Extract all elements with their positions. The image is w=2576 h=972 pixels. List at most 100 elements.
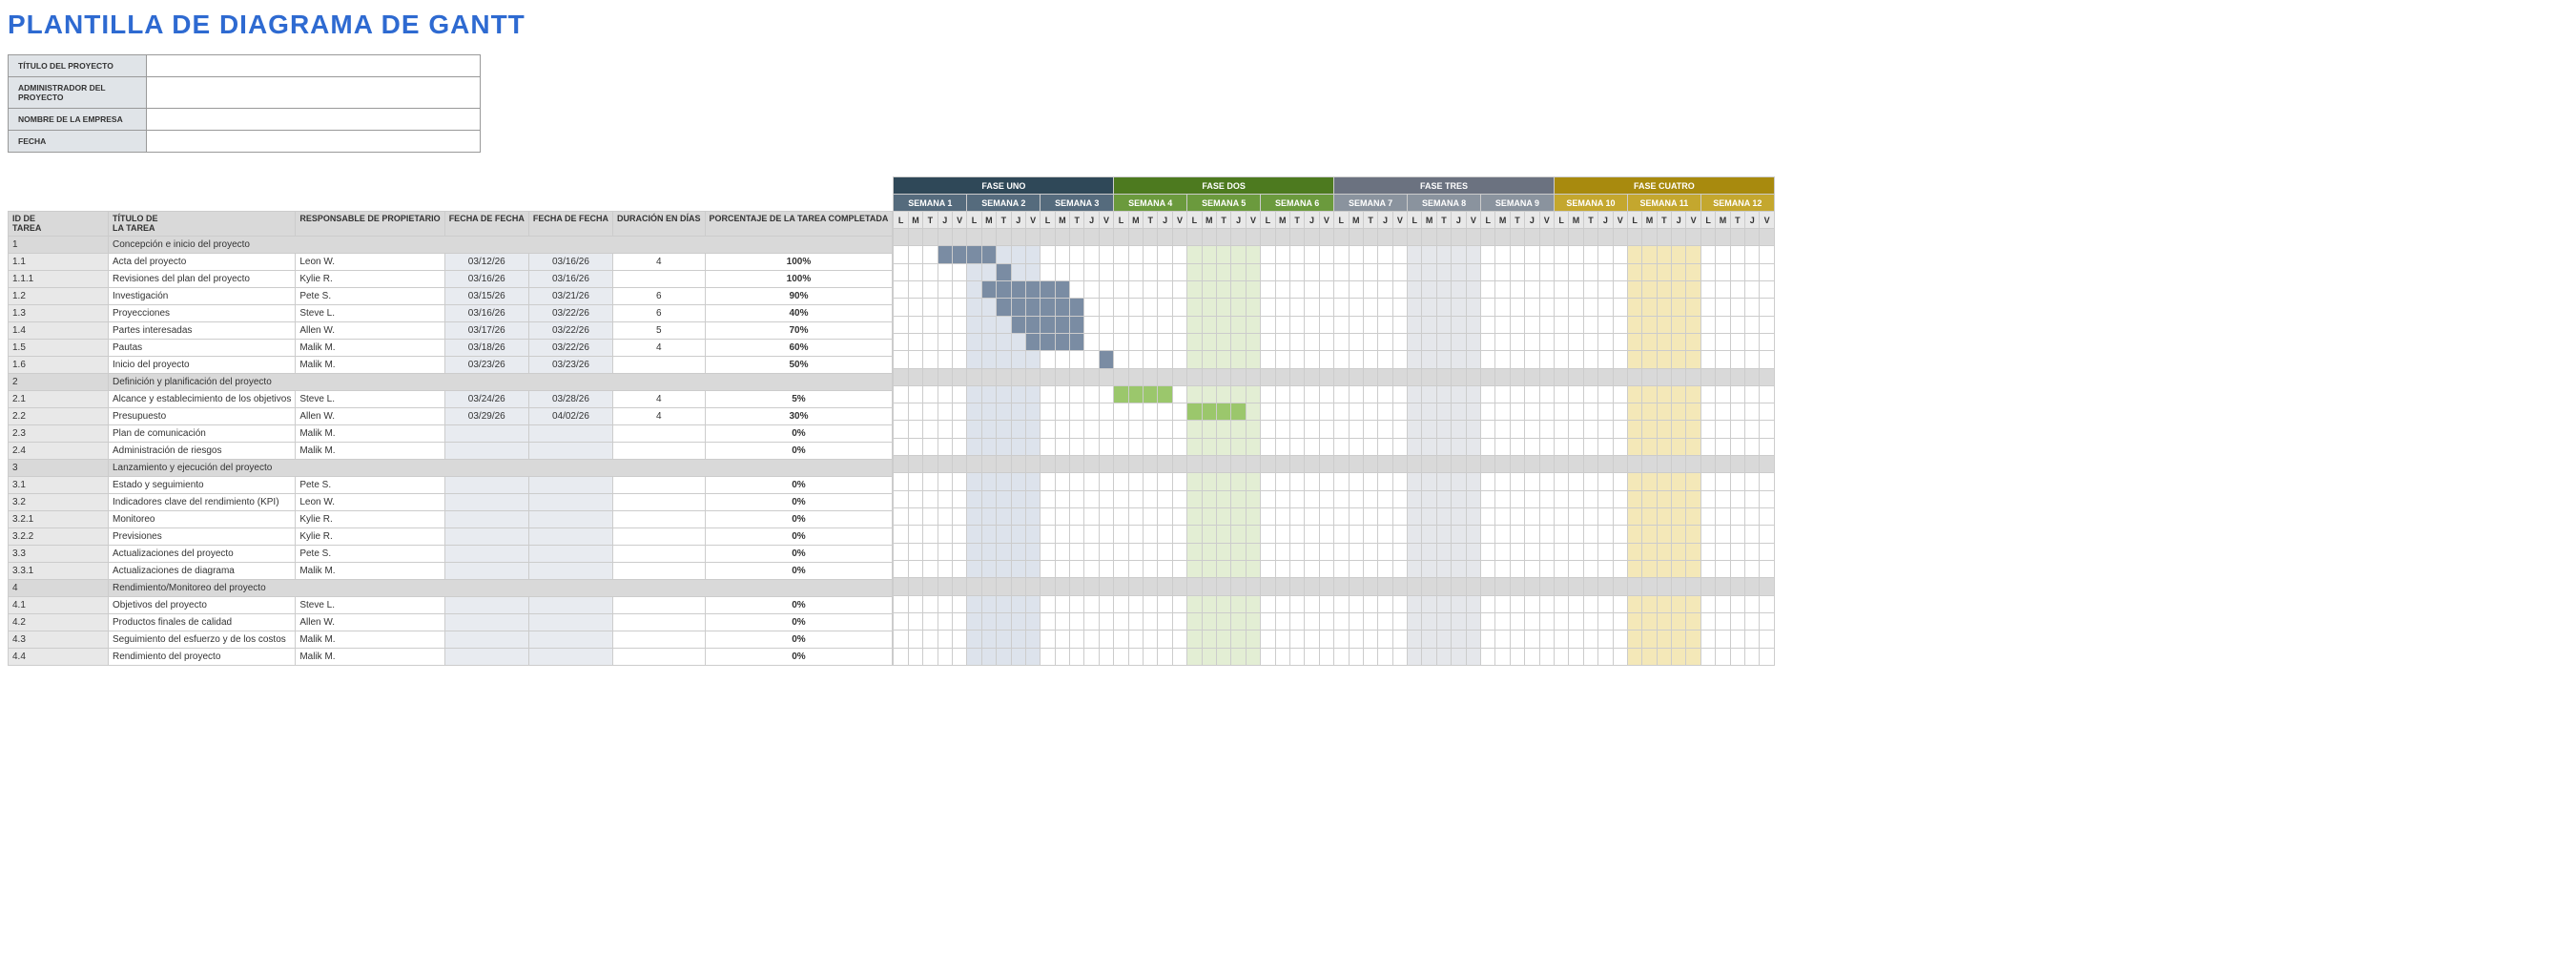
day-header: V [1686, 212, 1700, 229]
header-value[interactable] [147, 55, 481, 77]
gantt-row [894, 560, 1774, 577]
page-title: PLANTILLA DE DIAGRAMA DE GANTT [0, 0, 2576, 54]
day-header: V [952, 212, 966, 229]
week-header: SEMANA 11 [1627, 195, 1700, 212]
day-header: J [1158, 212, 1172, 229]
task-row[interactable]: 4.2Productos finales de calidadAllen W.0… [9, 614, 893, 631]
day-header: V [1760, 212, 1774, 229]
day-header: M [981, 212, 996, 229]
day-header: L [1261, 212, 1275, 229]
task-row[interactable]: 2Definición y planificación del proyecto [9, 374, 893, 391]
week-header: SEMANA 3 [1041, 195, 1114, 212]
task-row[interactable]: 2.2PresupuestoAllen W.03/29/2604/02/2643… [9, 408, 893, 425]
day-header: J [1672, 212, 1686, 229]
task-row[interactable]: 3.2.1MonitoreoKylie R.0% [9, 511, 893, 528]
col-end: FECHA DE FECHA [528, 211, 612, 237]
week-header: SEMANA 5 [1187, 195, 1261, 212]
day-header: T [1289, 212, 1304, 229]
gantt-row [894, 543, 1774, 560]
header-value[interactable] [147, 131, 481, 153]
day-header: T [1216, 212, 1230, 229]
task-row[interactable]: 3Lanzamiento y ejecución del proyecto [9, 460, 893, 477]
day-header: V [1466, 212, 1480, 229]
day-header: T [1657, 212, 1671, 229]
day-header: J [1525, 212, 1539, 229]
col-start: FECHA DE FECHA [444, 211, 528, 237]
gantt-row [894, 299, 1774, 316]
header-value[interactable] [147, 109, 481, 131]
day-header: L [1114, 212, 1128, 229]
week-header: SEMANA 2 [967, 195, 1041, 212]
task-row[interactable]: 1.5PautasMalik M.03/18/2603/22/26460% [9, 340, 893, 357]
day-header: M [1495, 212, 1510, 229]
col-owner: RESPONSABLE DE PROPIETARIO [296, 211, 444, 237]
header-label: FECHA [9, 131, 147, 153]
task-row[interactable]: 1.1.1Revisiones del plan del proyectoKyl… [9, 271, 893, 288]
gantt-row [894, 421, 1774, 438]
gantt-row [894, 612, 1774, 630]
day-header: M [1202, 212, 1216, 229]
week-header: SEMANA 10 [1554, 195, 1627, 212]
gantt-row [894, 473, 1774, 490]
task-row[interactable]: 1.4Partes interesadasAllen W.03/17/2603/… [9, 322, 893, 340]
day-header: T [1363, 212, 1377, 229]
task-row[interactable]: 1Concepción e inicio del proyecto [9, 237, 893, 254]
task-row[interactable]: 3.2Indicadores clave del rendimiento (KP… [9, 494, 893, 511]
task-row[interactable]: 1.3ProyeccionesSteve L.03/16/2603/22/266… [9, 305, 893, 322]
gantt-row [894, 385, 1774, 403]
day-header: T [997, 212, 1011, 229]
day-header: T [923, 212, 938, 229]
gantt-row [894, 438, 1774, 455]
day-header: M [1055, 212, 1069, 229]
task-row[interactable]: 1.1Acta del proyectoLeon W.03/12/2603/16… [9, 254, 893, 271]
col-id: ID DETAREA [9, 211, 109, 237]
day-header: J [1011, 212, 1025, 229]
task-row[interactable]: 3.3.1Actualizaciones de diagramaMalik M.… [9, 563, 893, 580]
col-pct: PORCENTAJE DE LA TAREA COMPLETADA [705, 211, 893, 237]
day-header: M [1422, 212, 1436, 229]
task-row[interactable]: 4.1Objetivos del proyectoSteve L.0% [9, 597, 893, 614]
gantt-row [894, 316, 1774, 333]
gantt-row [894, 246, 1774, 263]
day-header: V [1099, 212, 1113, 229]
gantt-row [894, 595, 1774, 612]
day-header: T [1510, 212, 1524, 229]
week-header: SEMANA 1 [894, 195, 967, 212]
task-row[interactable]: 1.6Inicio del proyectoMalik M.03/23/2603… [9, 357, 893, 374]
task-row[interactable]: 2.4Administración de riesgosMalik M.0% [9, 443, 893, 460]
col-dur: DURACIÓN EN DÍAS [613, 211, 706, 237]
phase-header: FASE DOS [1114, 177, 1334, 195]
task-row[interactable]: 3.1Estado y seguimientoPete S.0% [9, 477, 893, 494]
project-header-box: TÍTULO DEL PROYECTOADMINISTRADOR DEL PRO… [8, 54, 481, 153]
header-value[interactable] [147, 77, 481, 109]
task-row[interactable]: 2.3Plan de comunicaciónMalik M.0% [9, 425, 893, 443]
gantt-row [894, 263, 1774, 280]
task-row[interactable]: 3.2.2PrevisionesKylie R.0% [9, 528, 893, 546]
header-label: ADMINISTRADOR DEL PROYECTO [9, 77, 147, 109]
task-row[interactable]: 3.3Actualizaciones del proyectoPete S.0% [9, 546, 893, 563]
day-header: L [967, 212, 981, 229]
day-header: J [1745, 212, 1760, 229]
gantt-row [894, 280, 1774, 298]
day-header: J [1305, 212, 1319, 229]
day-header: M [1128, 212, 1143, 229]
day-header: L [1408, 212, 1422, 229]
task-row[interactable]: 4.3Seguimiento del esfuerzo y de los cos… [9, 631, 893, 649]
phase-header: FASE UNO [894, 177, 1114, 195]
task-row[interactable]: 4Rendimiento/Monitoreo del proyecto [9, 580, 893, 597]
day-header: M [1716, 212, 1730, 229]
day-header: M [1349, 212, 1363, 229]
day-header: V [1613, 212, 1627, 229]
gantt-row [894, 403, 1774, 421]
gantt-row [894, 490, 1774, 507]
task-row[interactable]: 2.1Alcance y establecimiento de los obje… [9, 391, 893, 408]
gantt-row [894, 351, 1774, 368]
week-header: SEMANA 12 [1700, 195, 1774, 212]
day-header: T [1070, 212, 1084, 229]
day-header: L [894, 212, 908, 229]
day-header: L [1554, 212, 1568, 229]
gantt-row [894, 578, 1774, 595]
task-row[interactable]: 4.4Rendimiento del proyectoMalik M.0% [9, 649, 893, 666]
task-row[interactable]: 1.2InvestigaciónPete S.03/15/2603/21/266… [9, 288, 893, 305]
day-header: M [1569, 212, 1583, 229]
